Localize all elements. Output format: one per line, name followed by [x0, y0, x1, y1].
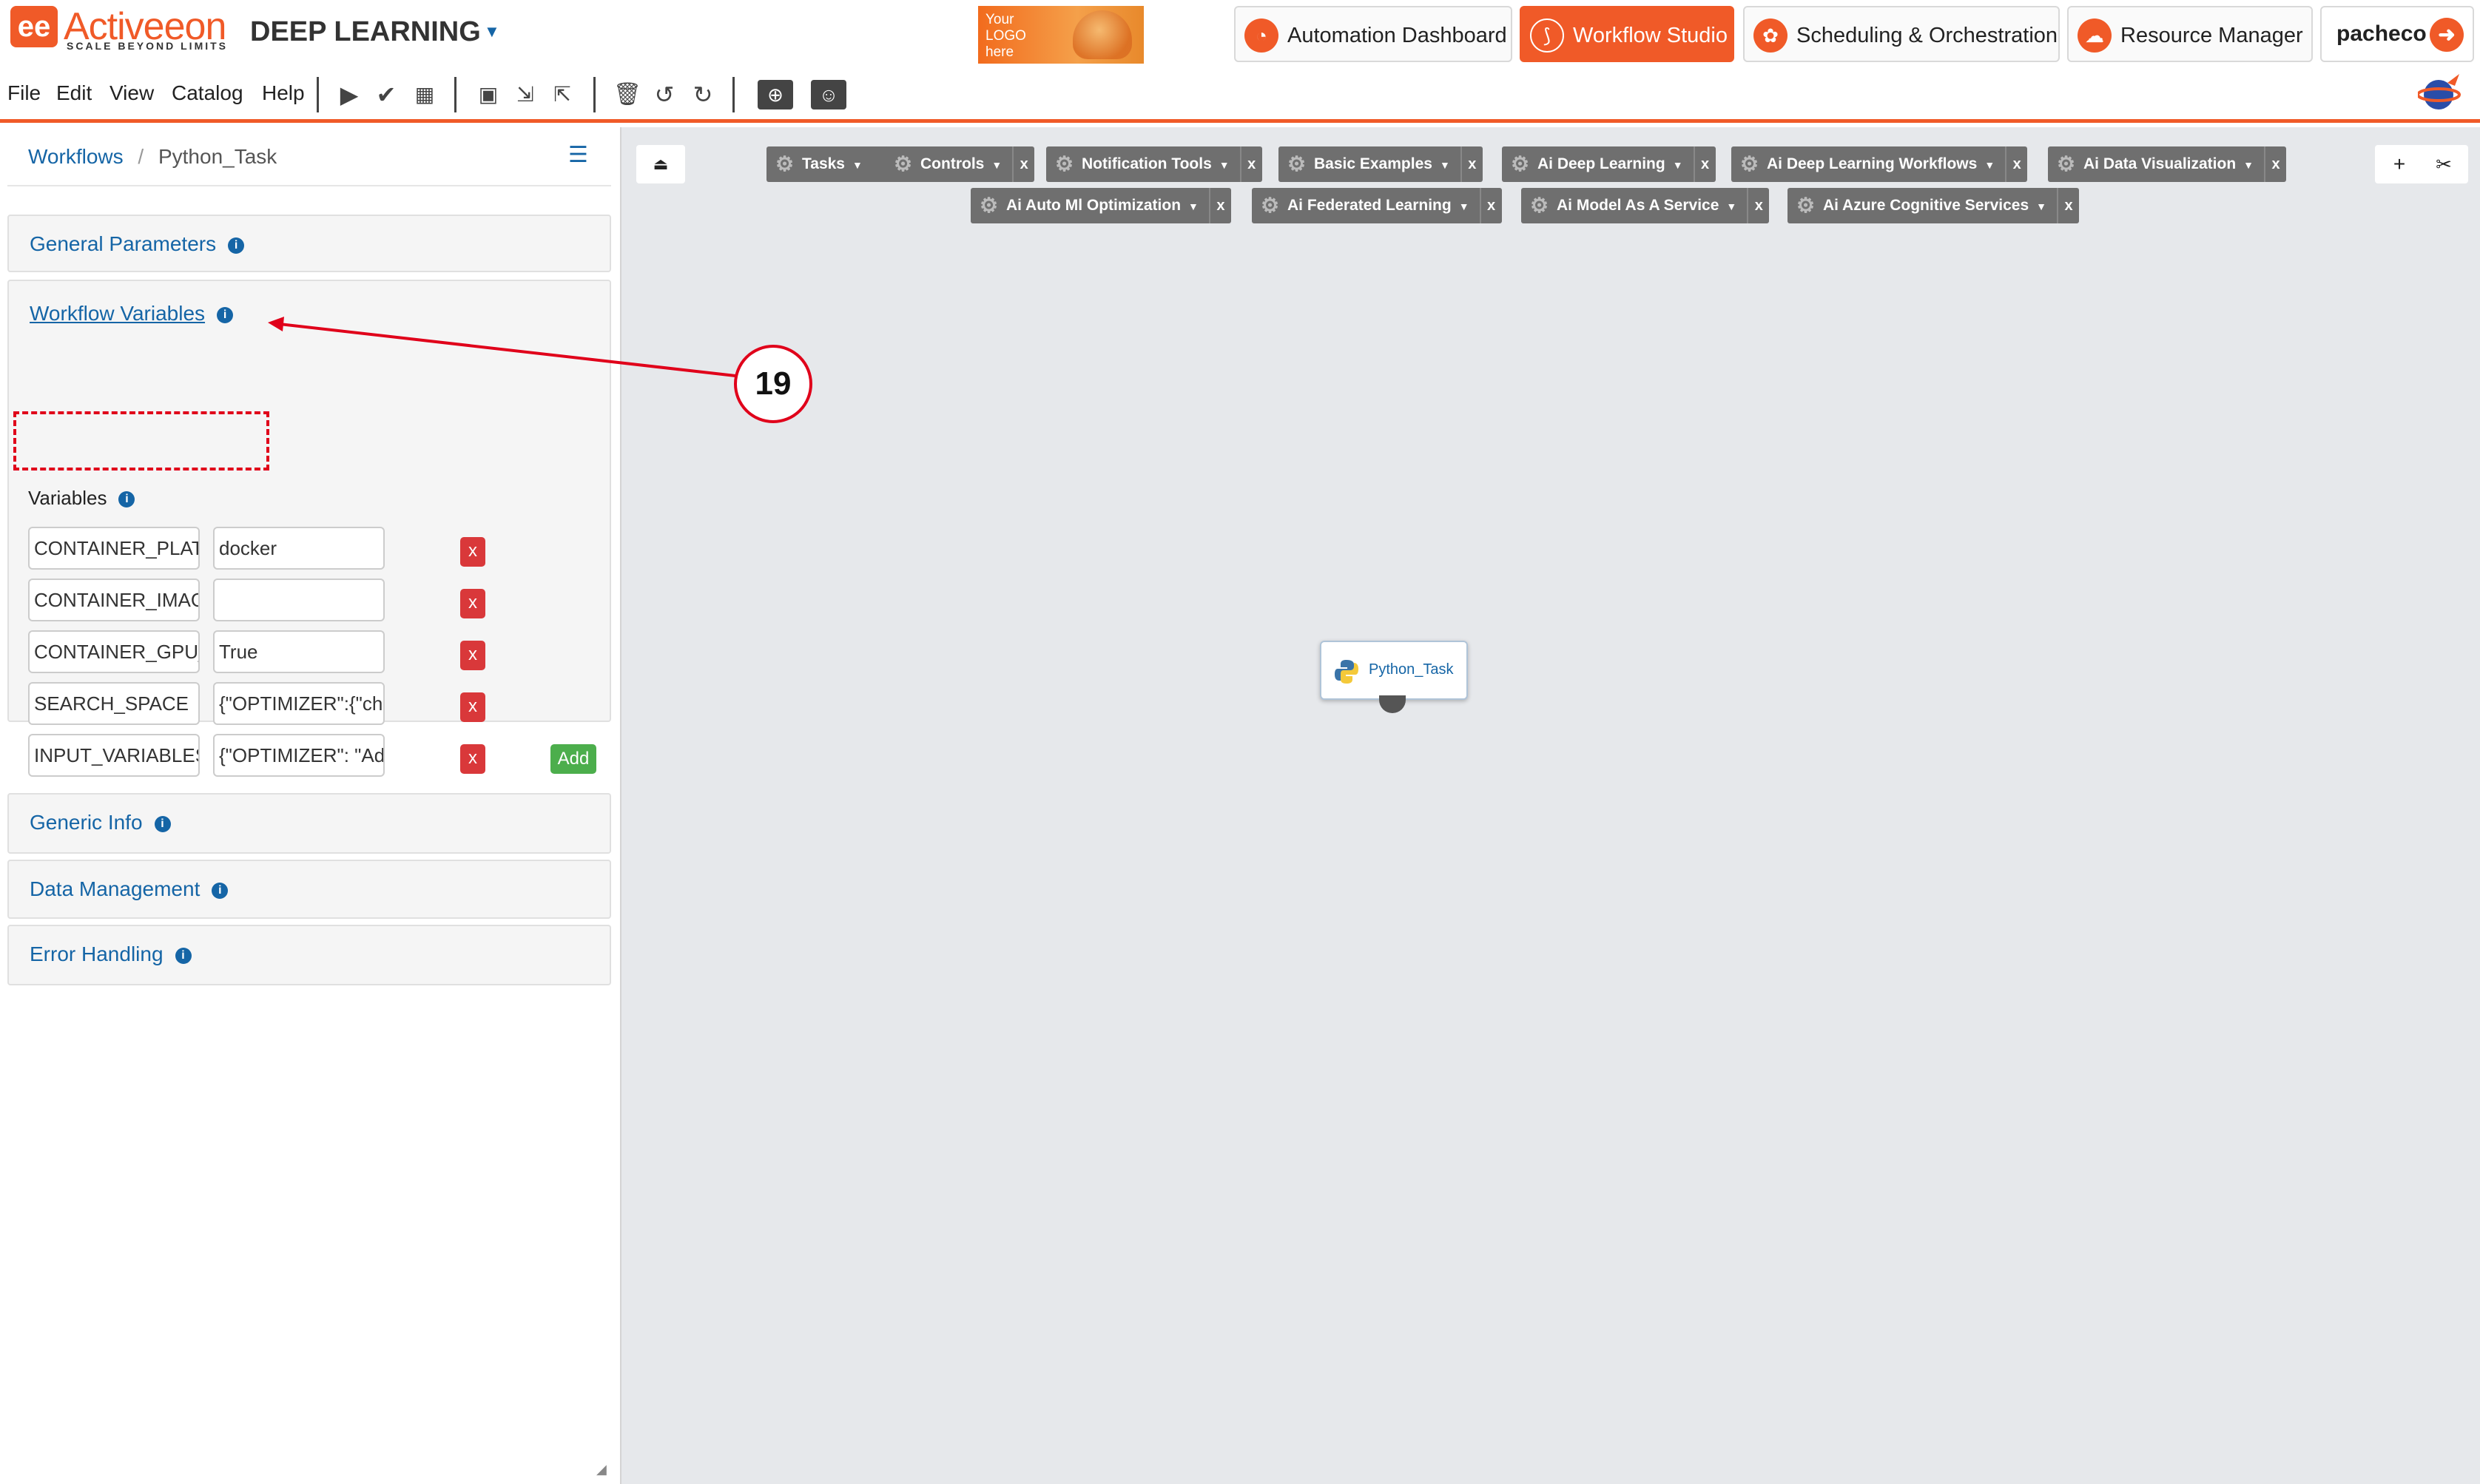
annotation-number-badge: 19 — [734, 345, 812, 423]
annotation-arrow — [268, 317, 736, 377]
